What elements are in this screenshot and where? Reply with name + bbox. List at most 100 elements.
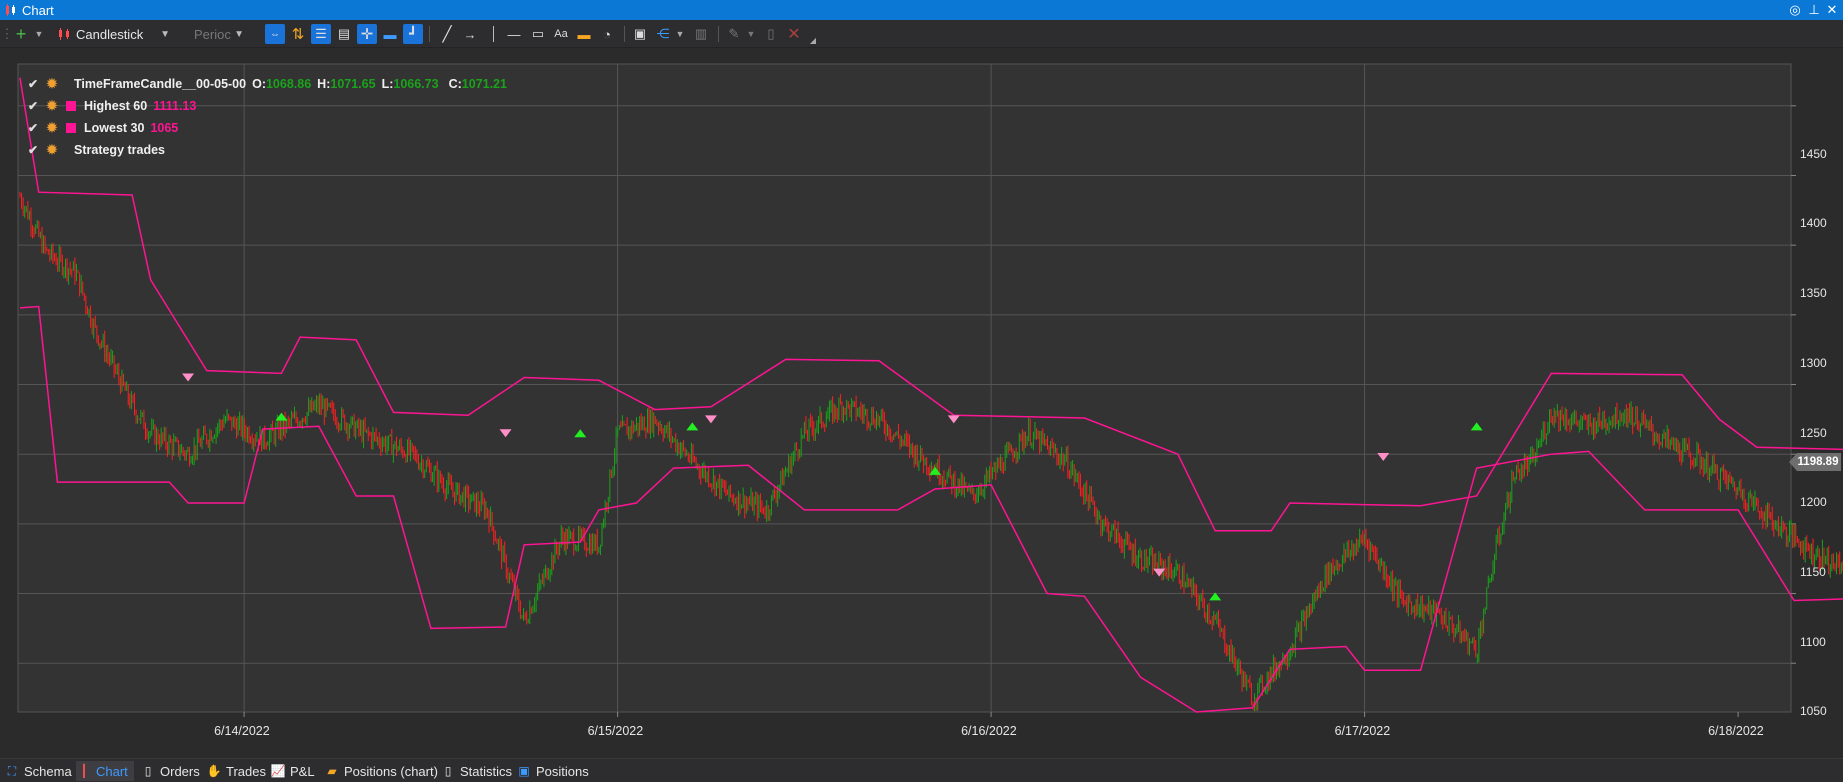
overflow-icon[interactable]: ◢ — [808, 30, 818, 50]
document-icon[interactable]: ▯ — [762, 24, 780, 44]
chevron-down-icon[interactable]: ▼ — [746, 24, 756, 44]
trend-line-icon[interactable]: ╱ — [437, 24, 457, 44]
chart-style-value: Candlestick — [76, 26, 144, 42]
chevron-down-icon[interactable]: ▼ — [675, 24, 685, 44]
plot-background — [17, 63, 1792, 713]
gear-icon[interactable]: ✹ — [42, 98, 62, 114]
open-label: O: — [252, 77, 266, 91]
candlestick-icon — [59, 28, 69, 40]
add-area-icon[interactable]: + — [12, 24, 30, 44]
legend-list-icon[interactable]: ☰ — [311, 24, 331, 44]
legend-row-candles[interactable]: ✔ ✹ TimeFrameCandle__00-05-00 O: 1068.86… — [28, 75, 507, 93]
up-down-arrows-icon[interactable]: ⇅ — [288, 24, 308, 44]
close-icon[interactable]: ✕ — [1824, 2, 1840, 18]
text-tool-icon[interactable]: Aa — [551, 24, 571, 44]
gear-icon[interactable]: ✹ — [42, 120, 62, 136]
series-name: TimeFrameCandle__00-05-00 — [74, 77, 247, 91]
high-value: 1071.65 — [330, 77, 376, 91]
gear-icon[interactable]: ✹ — [42, 76, 62, 92]
title-bar: Chart ◎ ⊥ ✕ — [0, 0, 1843, 20]
rectangle-icon[interactable]: ▭ — [528, 24, 548, 44]
chevron-down-icon[interactable]: ▼ — [34, 24, 44, 44]
window-title: Chart — [22, 3, 54, 18]
checkbox-checked-icon[interactable]: ✔ — [28, 77, 42, 91]
toolbar-separator — [718, 26, 719, 42]
tooltip-icon[interactable]: ▬ — [380, 24, 400, 44]
delete-icon[interactable]: ✕ — [784, 24, 804, 44]
candlestick-icon: ┃ — [80, 764, 88, 778]
handshake-icon: ✋ — [206, 764, 222, 778]
document-icon: ▯ — [144, 764, 152, 778]
crosshair-icon[interactable]: ✛ — [357, 24, 377, 44]
x-tick-label: 6/16/2022 — [961, 724, 1017, 738]
series-name: Lowest 30 — [84, 121, 145, 135]
chart-area[interactable]: ✔ ✹ TimeFrameCandle__00-05-00 O: 1068.86… — [0, 48, 1843, 758]
vertical-line-tool-icon[interactable] — [493, 26, 494, 42]
table-icon[interactable]: ▤ — [334, 24, 354, 44]
checkbox-checked-icon[interactable]: ✔ — [28, 143, 42, 157]
y-tick-label: 1450 — [1800, 146, 1827, 161]
grip-icon: ⋮ — [0, 26, 14, 41]
pin-icon[interactable]: ⊥ — [1806, 2, 1822, 18]
last-price-badge: 1198.89 — [1789, 453, 1841, 471]
bottom-tab-bar: ⛶ Schema ┃ Chart ▯ Orders ✋ Trades 📈 P&L ▰ Pos… — [0, 758, 1843, 782]
tab-positions[interactable]: ▣ Positions — [516, 761, 588, 781]
y-tick-label: 1050 — [1800, 704, 1827, 719]
series-value: 1065 — [150, 121, 179, 135]
legend-row-lowest[interactable]: ✔ ✹ Lowest 30 1065 — [28, 119, 178, 137]
tab-orders[interactable]: ▯ Orders — [140, 761, 200, 781]
checkbox-checked-icon[interactable]: ✔ — [28, 99, 42, 113]
low-value: 1066.73 — [393, 77, 439, 91]
candlestick-app-icon — [6, 4, 15, 16]
tab-positions-chart[interactable]: ▰ Positions (chart) — [324, 761, 438, 781]
gear-icon[interactable]: ✹ — [42, 142, 62, 158]
wallet-icon: ▰ — [327, 764, 337, 778]
horizontal-line-icon[interactable]: — — [503, 24, 525, 44]
y-tick-label: 1200 — [1800, 495, 1827, 510]
high-label: H: — [317, 77, 331, 91]
share-icon[interactable]: ⋲ — [653, 24, 673, 44]
chart-style-select[interactable]: Candlestick ▼ — [56, 23, 174, 45]
x-tick-label: 6/18/2022 — [1708, 724, 1764, 738]
low-label: L: — [381, 77, 394, 91]
highlight-band-icon[interactable]: ▬ — [574, 24, 594, 44]
series-value: 1111.13 — [153, 99, 197, 113]
chevron-down-icon: ▼ — [160, 29, 170, 40]
tab-statistics[interactable]: ▯ Statistics — [440, 761, 512, 781]
scroll-sync-icon[interactable]: ⇔ — [265, 24, 285, 44]
legend-row-highest[interactable]: ✔ ✹ Highest 60 1111.13 — [28, 97, 196, 115]
x-tick-label: 6/15/2022 — [587, 724, 644, 738]
close-value: 1071.21 — [461, 77, 507, 91]
tab-pnl[interactable]: 📈 P&L — [270, 761, 315, 781]
color-swatch — [66, 101, 76, 111]
color-swatch — [66, 123, 76, 133]
arrow-line-icon[interactable]: → — [460, 24, 480, 44]
eraser-icon[interactable]: ✎ — [724, 24, 744, 44]
x-tick-label: 6/17/2022 — [1334, 724, 1391, 738]
y-tick-label: 1250 — [1800, 425, 1827, 440]
schema-icon: ⛶ — [7, 763, 17, 778]
legend-row-trades[interactable]: ✔ ✹ Strategy trades — [28, 141, 165, 159]
pin-circle-icon[interactable]: ◎ — [1787, 2, 1803, 18]
period-select[interactable]: Perioc ▼ — [190, 23, 248, 45]
tab-trades[interactable]: ✋ Trades — [206, 761, 266, 781]
y-tick-label: 1350 — [1800, 286, 1827, 301]
x-tick-label: 6/14/2022 — [214, 724, 270, 738]
series-name: Highest 60 — [84, 99, 148, 113]
image-icon: ▣ — [518, 764, 530, 778]
clipboard-icon: ▯ — [444, 764, 452, 778]
period-value: Perioc — [194, 26, 231, 42]
chevron-down-icon: ▼ — [234, 29, 244, 40]
checkbox-checked-icon[interactable]: ✔ — [28, 121, 42, 135]
tab-chart[interactable]: ┃ Chart — [76, 761, 134, 781]
y-tick-label: 1150 — [1800, 564, 1826, 579]
step-icon[interactable]: ┛ — [403, 24, 423, 44]
y-tick-label: 1100 — [1800, 634, 1826, 649]
gauge-icon[interactable]: ◔ — [597, 24, 617, 44]
tab-schema[interactable]: ⛶ Schema — [4, 761, 72, 781]
toolbar-separator — [429, 26, 430, 42]
y-tick-label: 1400 — [1800, 216, 1827, 231]
price-chart[interactable] — [0, 48, 1843, 758]
layout-icon[interactable]: ▥ — [692, 24, 710, 44]
save-icon[interactable]: ▣ — [631, 24, 649, 44]
